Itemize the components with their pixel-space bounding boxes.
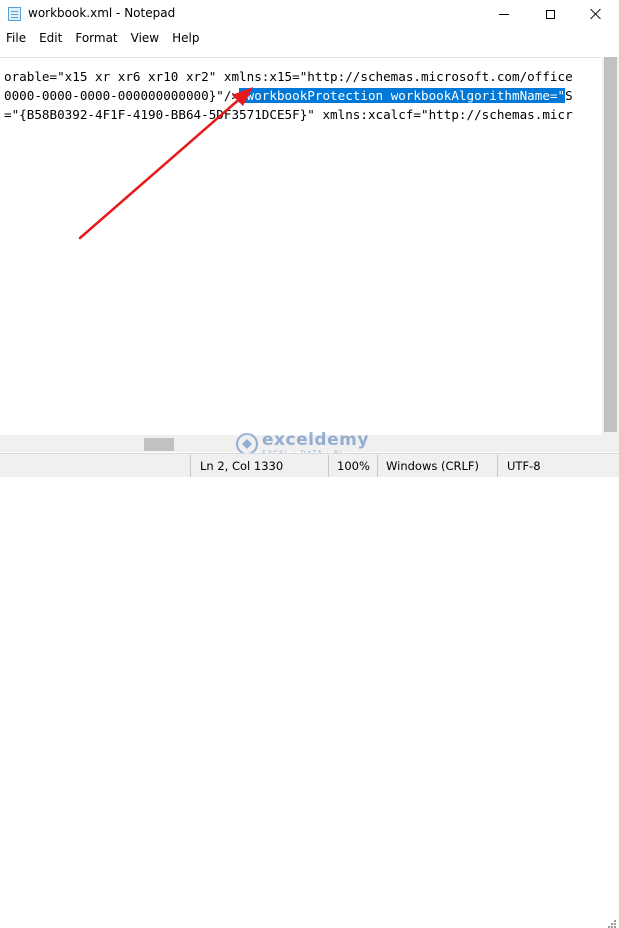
scroll-corner xyxy=(602,435,619,452)
menu-edit[interactable]: Edit xyxy=(33,29,69,49)
menu-file[interactable]: File xyxy=(0,29,33,49)
close-icon xyxy=(590,8,602,20)
maximize-icon xyxy=(545,9,555,19)
menu-format[interactable]: Format xyxy=(69,29,124,49)
editor-line: 0000-0000-0000-000000000000}"/><workbook… xyxy=(4,87,573,104)
watermark-name: exceldemy xyxy=(262,430,369,450)
menu-help[interactable]: Help xyxy=(166,29,206,49)
editor-line: orable="x15 xr xr6 xr10 xr2" xmlns:x15="… xyxy=(4,68,573,85)
exceldemy-logo-icon xyxy=(236,433,258,455)
resize-grip-icon[interactable] xyxy=(606,918,616,928)
status-separator xyxy=(190,455,191,477)
line-text-after: S xyxy=(565,88,573,103)
encoding: UTF-8 xyxy=(507,459,541,473)
line-text: 0000-0000-0000-000000000000}"/> xyxy=(4,88,240,103)
cursor-position: Ln 2, Col 1330 xyxy=(200,459,284,473)
status-separator xyxy=(328,455,329,477)
close-button[interactable] xyxy=(573,0,619,28)
notepad-icon xyxy=(8,7,21,21)
horizontal-scroll-thumb[interactable] xyxy=(144,438,174,451)
vertical-scroll-thumb[interactable] xyxy=(604,57,617,432)
text-editor[interactable]: orable="x15 xr xr6 xr10 xr2" xmlns:x15="… xyxy=(0,57,601,436)
window-title: workbook.xml - Notepad xyxy=(28,6,176,20)
minimize-icon xyxy=(499,13,509,15)
status-separator xyxy=(377,455,378,477)
minimize-button[interactable] xyxy=(481,0,527,28)
menu-view[interactable]: View xyxy=(125,29,166,49)
zoom-level: 100% xyxy=(337,459,370,473)
status-bar: Ln 2, Col 1330 100% Windows (CRLF) UTF-8 xyxy=(0,453,619,928)
status-separator xyxy=(497,455,498,477)
line-text: orable="x15 xr xr6 xr10 xr2" xmlns:x15="… xyxy=(4,69,573,84)
menu-bar: File Edit Format View Help xyxy=(0,29,206,49)
line-text: ="{B58B0392-4F1F-4190-BB64-5DF3571DCE5F}… xyxy=(4,107,573,122)
line-ending: Windows (CRLF) xyxy=(386,459,480,473)
maximize-button[interactable] xyxy=(527,0,573,28)
title-bar: workbook.xml - Notepad xyxy=(0,0,619,28)
editor-line: ="{B58B0392-4F1F-4190-BB64-5DF3571DCE5F}… xyxy=(4,106,573,123)
selected-text[interactable]: <workbookProtection workbookAlgorithmNam… xyxy=(239,88,566,103)
